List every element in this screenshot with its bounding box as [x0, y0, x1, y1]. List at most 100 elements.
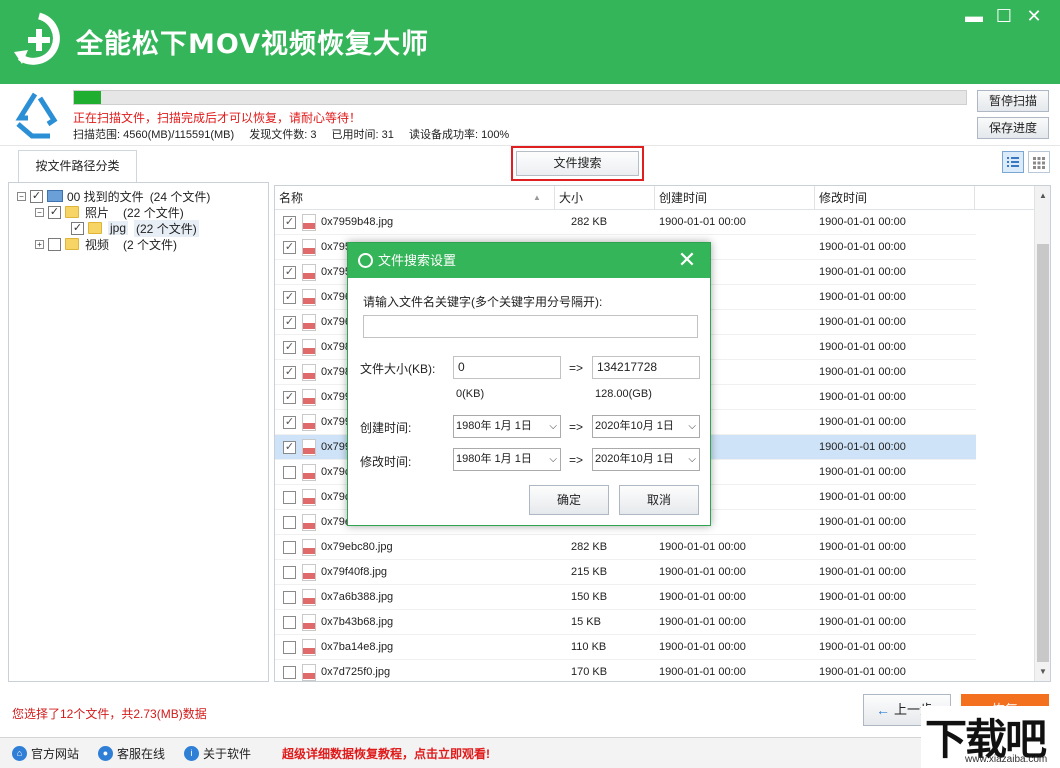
collapse-icon[interactable]: −	[17, 191, 26, 201]
maximize-button[interactable]: ☐	[990, 4, 1018, 28]
cancel-button[interactable]: 取消	[619, 485, 699, 515]
jpg-file-icon	[302, 639, 316, 656]
table-row[interactable]: 0x7a6b388.jpg 150 KB 1900-01-01 00:00 1900-…	[275, 585, 976, 610]
modified-to-date-picker[interactable]: 2020年10月 1日 ⌵	[592, 448, 700, 471]
size-max-input[interactable]: 134217728	[592, 356, 700, 379]
file-search-highlight: 文件搜索	[511, 146, 644, 181]
jpg-file-icon	[302, 664, 316, 681]
row-checkbox[interactable]: ✓	[283, 441, 296, 454]
vertical-scrollbar[interactable]: ▲ ▼	[1034, 186, 1050, 681]
row-checkbox[interactable]: ✓	[283, 266, 296, 279]
scroll-thumb[interactable]	[1037, 244, 1049, 662]
file-modified-cell: 1900-01-01 00:00	[819, 466, 906, 478]
table-row[interactable]: 0x79ebc80.jpg 282 KB 1900-01-01 00:00 1900-…	[275, 535, 976, 560]
tree-jpg-count: (22 个文件)	[134, 219, 199, 237]
row-checkbox[interactable]: ✓	[283, 341, 296, 354]
row-checkbox[interactable]	[283, 541, 296, 554]
jpg-file-icon	[302, 489, 316, 506]
pause-scan-button[interactable]: 暂停扫描	[977, 90, 1049, 112]
row-checkbox[interactable]: ✓	[283, 316, 296, 329]
tree-item-photos[interactable]: − ✓ 照片 (22 个文件)	[35, 204, 184, 220]
table-row[interactable]: ✓ 0x7959b48.jpg 282 KB 1900-01-01 00:00 1900…	[275, 210, 976, 235]
row-checkbox[interactable]	[283, 566, 296, 579]
collapse-icon[interactable]: −	[35, 207, 44, 217]
row-checkbox[interactable]	[283, 591, 296, 604]
scroll-up-icon[interactable]: ▲	[1035, 188, 1050, 204]
tree-root-label: 00 找到的文件	[67, 189, 144, 204]
file-modified-cell: 1900-01-01 00:00	[819, 391, 906, 403]
jpg-file-icon	[302, 339, 316, 356]
modified-from-date-picker[interactable]: 1980年 1月 1日 ⌵	[453, 448, 561, 471]
row-checkbox[interactable]: ✓	[283, 241, 296, 254]
tree-checkbox[interactable]: ✓	[30, 189, 43, 203]
row-checkbox[interactable]	[283, 641, 296, 654]
minimize-button[interactable]: ▬	[960, 4, 988, 28]
scan-found: 发现文件数: 3	[249, 129, 317, 141]
file-created-cell: 1900-01-01 00:00	[659, 566, 746, 578]
expand-icon[interactable]: +	[35, 239, 44, 249]
table-row[interactable]: 0x79f40f8.jpg 215 KB 1900-01-01 00:00 1900-…	[275, 560, 976, 585]
row-checkbox[interactable]	[283, 516, 296, 529]
scroll-down-icon[interactable]: ▼	[1035, 664, 1050, 680]
tree-videos-label: 视频	[85, 237, 110, 252]
file-size-cell: 150 KB	[571, 591, 608, 603]
tab-by-path[interactable]: 按文件路径分类	[18, 150, 137, 182]
dialog-logo-icon	[358, 253, 373, 268]
home-icon: ⌂	[12, 746, 27, 761]
table-row[interactable]: 0x7ba14e8.jpg 110 KB 1900-01-01 00:00 1900-…	[275, 635, 976, 660]
file-size-label: 文件大小(KB):	[360, 362, 436, 376]
confirm-button[interactable]: 确定	[529, 485, 609, 515]
row-checkbox[interactable]: ✓	[283, 391, 296, 404]
dialog-title: 文件搜索设置	[378, 253, 457, 268]
column-header-created[interactable]: 创建时间	[655, 186, 815, 210]
grid-view-icon[interactable]	[1028, 151, 1050, 173]
row-checkbox[interactable]	[283, 666, 296, 679]
row-checkbox[interactable]	[283, 466, 296, 479]
list-view-icon[interactable]	[1002, 151, 1024, 173]
file-name-cell: 0x7d725f0.jpg	[321, 666, 391, 678]
tree-root[interactable]: − ✓ 00 找到的文件 (24 个文件)	[17, 188, 210, 204]
official-website-link[interactable]: ⌂ 官方网站	[12, 745, 79, 762]
tree-checkbox[interactable]: ✓	[71, 221, 84, 235]
save-progress-button[interactable]: 保存进度	[977, 117, 1049, 139]
footer-bar: ⌂ 官方网站 ● 客服在线 i 关于软件 超级详细数据恢复教程，点击立即观看!	[0, 737, 1060, 768]
column-header-modified[interactable]: 修改时间	[815, 186, 975, 210]
tree-checkbox[interactable]	[48, 237, 61, 251]
row-checkbox[interactable]	[283, 616, 296, 629]
row-checkbox[interactable]: ✓	[283, 216, 296, 229]
column-header-size[interactable]: 大小	[555, 186, 655, 210]
file-modified-cell: 1900-01-01 00:00	[819, 291, 906, 303]
size-min-input[interactable]: 0	[453, 356, 561, 379]
file-search-button[interactable]: 文件搜索	[516, 151, 639, 176]
tutorial-promo-link[interactable]: 超级详细数据恢复教程，点击立即观看!	[282, 745, 490, 762]
file-created-cell: 1900-01-01 00:00	[659, 666, 746, 678]
tree-photos-count: (22 个文件)	[123, 205, 184, 220]
title-bar: 全能松下MOV视频恢复大师 ▬ ☐ ✕	[0, 0, 1060, 84]
column-header-name[interactable]: 名称 ▲	[275, 186, 555, 210]
tree-item-videos[interactable]: + 视频 (2 个文件)	[35, 236, 177, 252]
row-checkbox[interactable]: ✓	[283, 416, 296, 429]
file-modified-cell: 1900-01-01 00:00	[819, 241, 906, 253]
row-checkbox[interactable]	[283, 491, 296, 504]
tree-checkbox[interactable]: ✓	[48, 205, 61, 219]
size-max-hint: 128.00(GB)	[595, 388, 652, 400]
folder-icon	[65, 238, 79, 250]
keyword-input[interactable]	[363, 315, 698, 338]
dialog-close-button[interactable]: ✕	[674, 243, 700, 278]
created-range-arrow: =>	[569, 420, 584, 434]
row-checkbox[interactable]: ✓	[283, 366, 296, 379]
about-software-link[interactable]: i 关于软件	[184, 745, 251, 762]
created-to-date-picker[interactable]: 2020年10月 1日 ⌵	[592, 415, 700, 438]
size-range-arrow: =>	[569, 361, 584, 375]
created-from-date-picker[interactable]: 1980年 1月 1日 ⌵	[453, 415, 561, 438]
jpg-file-icon	[302, 214, 316, 231]
customer-service-link[interactable]: ● 客服在线	[98, 745, 165, 762]
row-checkbox[interactable]: ✓	[283, 291, 296, 304]
close-window-button[interactable]: ✕	[1020, 4, 1048, 28]
table-row[interactable]: 0x7d725f0.jpg 170 KB 1900-01-01 00:00 1900-…	[275, 660, 976, 681]
file-name-cell: 0x7ba14e8.jpg	[321, 641, 394, 653]
file-modified-cell: 1900-01-01 00:00	[819, 566, 906, 578]
modified-time-label: 修改时间:	[360, 455, 412, 469]
tree-item-jpg[interactable]: ✓ jpg (22 个文件)	[71, 219, 199, 237]
table-row[interactable]: 0x7b43b68.jpg 15 KB 1900-01-01 00:00 1900-0…	[275, 610, 976, 635]
